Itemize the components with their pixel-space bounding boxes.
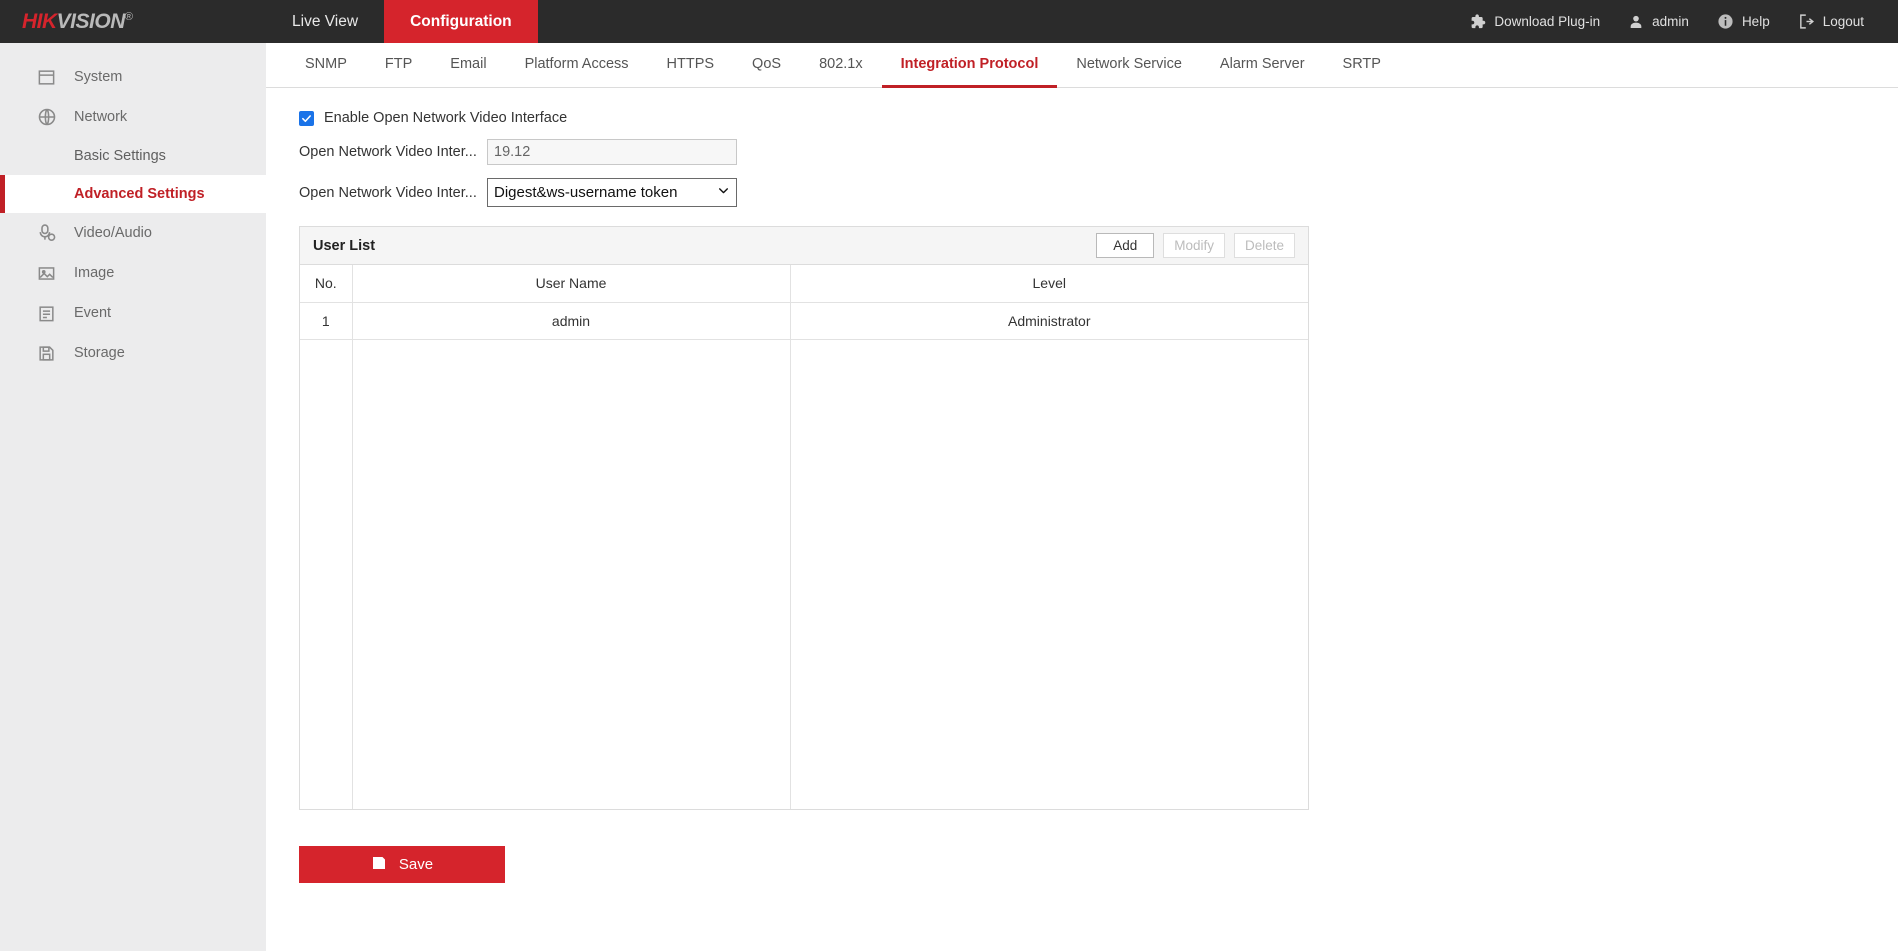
user-list-table: No. User Name Level 1 admin Administrato…: [300, 265, 1308, 809]
tab-email[interactable]: Email: [431, 43, 505, 87]
integration-protocol-panel: Enable Open Network Video Interface Open…: [266, 88, 1898, 883]
user-list-panel: User List Add Modify Delete No. User Nam…: [299, 226, 1309, 810]
sidebar-navigation: System Network Basic Settings Advanced S…: [0, 43, 266, 951]
tab-network-service[interactable]: Network Service: [1057, 43, 1201, 87]
enable-onvif-checkbox-wrapper[interactable]: Enable Open Network Video Interface: [299, 110, 567, 126]
brand-logo: HIKVISION®: [0, 0, 266, 43]
save-floppy-icon: [371, 855, 387, 875]
table-header-row: No. User Name Level: [300, 265, 1308, 302]
save-button-label: Save: [399, 856, 433, 873]
table-empty-area: [300, 339, 1308, 809]
user-icon: [1628, 14, 1644, 30]
top-header-bar: HIKVISION® Live View Configuration Downl…: [0, 0, 1898, 43]
sidebar-item-event[interactable]: Event: [0, 293, 266, 333]
main-content-area: SNMP FTP Email Platform Access HTTPS QoS…: [266, 43, 1898, 951]
onvif-auth-selected-value: Digest&ws-username token: [494, 184, 677, 201]
cell-no: 1: [300, 302, 352, 339]
sidebar-label-storage: Storage: [74, 345, 125, 361]
nav-item-configuration[interactable]: Configuration: [384, 0, 538, 43]
onvif-auth-row: Open Network Video Inter... Digest&ws-us…: [299, 178, 1898, 207]
logo-vision-text: VISION: [57, 10, 125, 33]
settings-tab-bar: SNMP FTP Email Platform Access HTTPS QoS…: [266, 43, 1898, 88]
delete-user-button[interactable]: Delete: [1234, 233, 1295, 258]
help-button[interactable]: Help: [1703, 13, 1784, 30]
info-icon: [1717, 13, 1734, 30]
tab-platform-access[interactable]: Platform Access: [506, 43, 648, 87]
logout-button[interactable]: Logout: [1784, 13, 1878, 30]
onvif-auth-label: Open Network Video Inter...: [299, 185, 487, 201]
tab-qos[interactable]: QoS: [733, 43, 800, 87]
user-list-header: User List Add Modify Delete: [300, 227, 1308, 265]
user-list-title: User List: [313, 238, 375, 254]
column-header-level: Level: [790, 265, 1308, 302]
sidebar-label-system: System: [74, 69, 122, 85]
onvif-version-label: Open Network Video Inter...: [299, 144, 487, 160]
logout-icon: [1798, 13, 1815, 30]
nav-item-live-view[interactable]: Live View: [266, 0, 384, 43]
logout-label: Logout: [1823, 14, 1864, 29]
onvif-version-row: Open Network Video Inter...: [299, 139, 1898, 165]
current-user-label: admin: [1652, 14, 1689, 29]
sidebar-label-event: Event: [74, 305, 111, 321]
empty-cell-no: [300, 339, 352, 809]
table-row[interactable]: 1 admin Administrator: [300, 302, 1308, 339]
modify-user-button[interactable]: Modify: [1163, 233, 1225, 258]
sidebar-item-storage[interactable]: Storage: [0, 333, 266, 373]
onvif-auth-select[interactable]: Digest&ws-username token: [487, 178, 737, 207]
sidebar-item-basic-settings[interactable]: Basic Settings: [0, 137, 266, 175]
header-right-actions: Download Plug-in admin Help: [1455, 0, 1898, 43]
tab-ftp[interactable]: FTP: [366, 43, 431, 87]
enable-onvif-checkbox[interactable]: [299, 111, 314, 126]
tab-802-1x[interactable]: 802.1x: [800, 43, 882, 87]
sidebar-label-basic-settings: Basic Settings: [74, 148, 166, 164]
sidebar-item-image[interactable]: Image: [0, 253, 266, 293]
logo-registered-mark: ®: [125, 11, 133, 23]
picture-icon: [36, 263, 57, 284]
window-icon: [36, 67, 57, 88]
sidebar-label-advanced-settings: Advanced Settings: [74, 186, 205, 202]
enable-onvif-label: Enable Open Network Video Interface: [324, 110, 567, 126]
chevron-down-icon: [717, 184, 730, 201]
column-header-no: No.: [300, 265, 352, 302]
download-plugin-label: Download Plug-in: [1494, 14, 1600, 29]
empty-cell-level: [790, 339, 1308, 809]
sidebar-item-network[interactable]: Network: [0, 97, 266, 137]
tab-integration-protocol[interactable]: Integration Protocol: [882, 43, 1058, 87]
download-plugin-button[interactable]: Download Plug-in: [1455, 13, 1614, 30]
floppy-disk-icon: [36, 343, 57, 364]
sidebar-item-system[interactable]: System: [0, 57, 266, 97]
sidebar-item-video-audio[interactable]: Video/Audio: [0, 213, 266, 253]
sidebar-item-advanced-settings[interactable]: Advanced Settings: [0, 175, 266, 213]
globe-icon: [36, 107, 57, 128]
current-user-button[interactable]: admin: [1614, 14, 1703, 30]
enable-onvif-row: Enable Open Network Video Interface: [299, 110, 1898, 126]
sidebar-label-video-audio: Video/Audio: [74, 225, 152, 241]
calendar-icon: [36, 303, 57, 324]
plugin-icon: [1469, 13, 1486, 30]
onvif-version-input[interactable]: [487, 139, 737, 165]
help-label: Help: [1742, 14, 1770, 29]
column-header-user-name: User Name: [352, 265, 790, 302]
empty-cell-user-name: [352, 339, 790, 809]
sidebar-label-image: Image: [74, 265, 114, 281]
user-list-actions: Add Modify Delete: [1096, 233, 1295, 258]
tab-alarm-server[interactable]: Alarm Server: [1201, 43, 1324, 87]
microphone-icon: [36, 223, 57, 244]
tab-snmp[interactable]: SNMP: [286, 43, 366, 87]
save-button[interactable]: Save: [299, 846, 505, 883]
tab-srtp[interactable]: SRTP: [1324, 43, 1400, 87]
sidebar-label-network: Network: [74, 109, 127, 125]
add-user-button[interactable]: Add: [1096, 233, 1154, 258]
main-navigation: Live View Configuration: [266, 0, 538, 43]
logo-hik-text: HIK: [22, 10, 57, 33]
cell-user-name: admin: [352, 302, 790, 339]
cell-level: Administrator: [790, 302, 1308, 339]
tab-https[interactable]: HTTPS: [648, 43, 734, 87]
